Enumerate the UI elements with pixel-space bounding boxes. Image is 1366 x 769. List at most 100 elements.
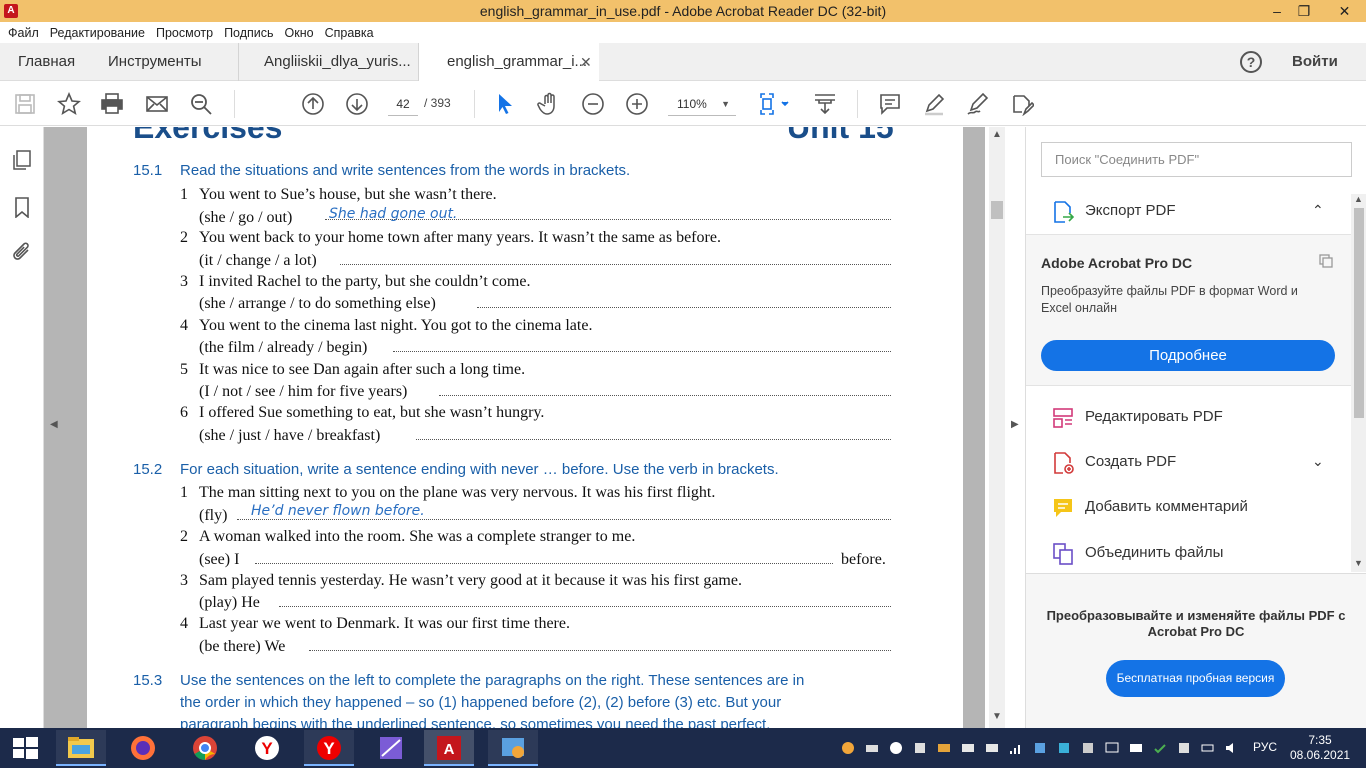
zoom-level-select[interactable]: 110% ▼ — [668, 92, 736, 116]
tray-volume-icon[interactable] — [1224, 740, 1240, 756]
tab-document-1[interactable]: Angliiskii_dlya_yuris... — [264, 43, 411, 81]
chevron-up-icon[interactable]: ⌃ — [1312, 202, 1324, 219]
tray-battery-icon[interactable] — [1200, 740, 1216, 756]
export-pdf-tool[interactable]: Экспорт PDF ⌃ — [1026, 191, 1351, 233]
free-trial-button[interactable]: Бесплатная пробная версия — [1106, 660, 1285, 697]
scrollbar-thumb[interactable] — [991, 201, 1003, 219]
next-page-icon[interactable] — [345, 92, 369, 116]
fill-sign-icon[interactable] — [1010, 92, 1036, 117]
exercise-prompt: (she / just / have / breakfast) — [199, 427, 381, 444]
acrobat-app-icon[interactable]: A — [4, 4, 18, 18]
document-scrollbar-area: ▲ ▼ ▶ — [985, 127, 1025, 728]
tab-tools[interactable]: Инструменты — [108, 43, 202, 81]
comment-icon[interactable] — [878, 92, 902, 116]
tray-keyboard-icon[interactable] — [1128, 740, 1144, 756]
promo-description: Преобразуйте файлы PDF в формат Word и E… — [1041, 284, 1298, 315]
tray-app-icon[interactable] — [1176, 740, 1192, 756]
yandex-app-icon[interactable]: Y — [304, 730, 354, 766]
unit-heading: Unit 15 — [787, 127, 894, 145]
help-icon[interactable]: ? — [1240, 51, 1262, 73]
tray-app-icon[interactable] — [984, 740, 1000, 756]
tray-printer-icon[interactable] — [864, 740, 880, 756]
edit-pdf-tool[interactable]: Редактировать PDF — [1026, 397, 1351, 439]
system-clock[interactable]: 7:35 08.06.2021 — [1290, 733, 1350, 763]
answer-line — [309, 650, 891, 651]
search-zoom-icon[interactable] — [189, 92, 213, 116]
acrobat-taskbar-icon[interactable]: A — [424, 730, 474, 766]
tools-search-input[interactable]: Поиск "Соединить PDF" — [1041, 142, 1352, 177]
zoom-in-icon[interactable] — [625, 92, 649, 116]
maximize-button[interactable]: ❐ — [1289, 0, 1319, 22]
document-viewport[interactable]: ◀ Exercises Unit 15 15.1 Read the situat… — [44, 127, 985, 728]
create-pdf-tool[interactable]: Создать PDF ⌄ — [1026, 442, 1351, 484]
menu-file[interactable]: Файл — [8, 26, 39, 40]
copy-icon[interactable] — [1318, 253, 1334, 269]
scrollbar-thumb[interactable] — [1354, 208, 1364, 418]
minimize-button[interactable]: ‒ — [1262, 0, 1292, 22]
save-icon[interactable] — [13, 92, 37, 116]
add-comment-tool[interactable]: Добавить комментарий — [1026, 487, 1351, 529]
file-explorer-icon[interactable] — [56, 730, 106, 766]
tray-app-icon[interactable] — [1080, 740, 1096, 756]
svg-text:A: A — [444, 741, 455, 758]
tray-notification-icon[interactable] — [840, 740, 856, 756]
sign-icon[interactable] — [966, 92, 990, 116]
bookmarks-icon[interactable] — [11, 196, 33, 219]
answer-line — [477, 307, 891, 308]
exercise-sentence: You went to the cinema last night. You g… — [199, 317, 593, 334]
tab-divider — [238, 43, 239, 81]
scroll-mode-icon[interactable] — [813, 92, 837, 116]
email-icon[interactable] — [145, 92, 169, 116]
scroll-down-icon[interactable]: ▼ — [1354, 558, 1363, 568]
chevron-down-icon[interactable]: ⌄ — [1312, 453, 1324, 470]
control-panel-icon[interactable] — [488, 730, 538, 766]
menu-help[interactable]: Справка — [325, 26, 374, 40]
close-window-button[interactable]: ✕ — [1323, 0, 1366, 22]
menu-view[interactable]: Просмотр — [156, 26, 213, 40]
page-thumbnails-icon[interactable] — [11, 149, 33, 171]
tray-app-icon[interactable] — [1032, 740, 1048, 756]
previous-page-icon[interactable] — [301, 92, 325, 116]
collapse-left-icon[interactable]: ◀ — [50, 419, 58, 430]
chrome-icon[interactable] — [180, 730, 230, 766]
zoom-out-icon[interactable] — [581, 92, 605, 116]
scroll-up-icon[interactable]: ▲ — [992, 129, 1002, 140]
hand-tool-icon[interactable] — [537, 92, 561, 116]
sign-in-button[interactable]: Войти — [1292, 43, 1338, 81]
page-fit-icon[interactable] — [758, 92, 792, 116]
tray-security-icon[interactable] — [1152, 740, 1168, 756]
close-tab-icon[interactable]: ✕ — [580, 43, 592, 81]
item-number: 2 — [180, 229, 188, 246]
menu-window[interactable]: Окно — [285, 26, 314, 40]
exercise-prompt: (I / not / see / him for five years) — [199, 383, 408, 400]
attachments-icon[interactable] — [11, 241, 33, 263]
keyboard-language[interactable]: РУС — [1253, 740, 1277, 754]
tray-yandex-icon[interactable] — [888, 740, 904, 756]
scroll-down-icon[interactable]: ▼ — [992, 711, 1002, 722]
tray-app-icon[interactable] — [912, 740, 928, 756]
collapse-right-panel-icon[interactable]: ▶ — [1011, 419, 1019, 430]
tray-network-icon[interactable] — [1008, 740, 1024, 756]
tray-app-icon[interactable] — [936, 740, 952, 756]
scroll-up-icon[interactable]: ▲ — [1354, 194, 1363, 204]
windows-start-icon[interactable] — [0, 730, 50, 766]
menu-edit[interactable]: Редактирование — [50, 26, 145, 40]
tab-document-2[interactable]: english_grammar_i... ✕ — [419, 43, 599, 82]
print-icon[interactable] — [100, 92, 124, 116]
bookmark-star-icon[interactable] — [57, 91, 81, 116]
select-cursor-icon[interactable] — [493, 92, 517, 116]
clock-time: 7:35 — [1308, 733, 1332, 747]
menu-sign[interactable]: Подпись — [224, 26, 273, 40]
page-number-input[interactable] — [388, 92, 418, 116]
tray-app-icon[interactable] — [960, 740, 976, 756]
tray-app-icon[interactable] — [1056, 740, 1072, 756]
tray-app-icon[interactable] — [1104, 740, 1120, 756]
notes-app-icon[interactable] — [366, 730, 416, 766]
tools-pane-scrollbar[interactable]: ▲ ▼ — [1351, 194, 1366, 572]
tab-home[interactable]: Главная — [18, 43, 75, 81]
yandex-browser-icon[interactable]: Y — [242, 730, 292, 766]
firefox-icon[interactable] — [118, 730, 168, 766]
highlight-pen-icon[interactable] — [922, 92, 946, 116]
learn-more-button[interactable]: Подробнее — [1041, 340, 1335, 371]
combine-files-tool[interactable]: Объединить файлы — [1026, 533, 1351, 575]
